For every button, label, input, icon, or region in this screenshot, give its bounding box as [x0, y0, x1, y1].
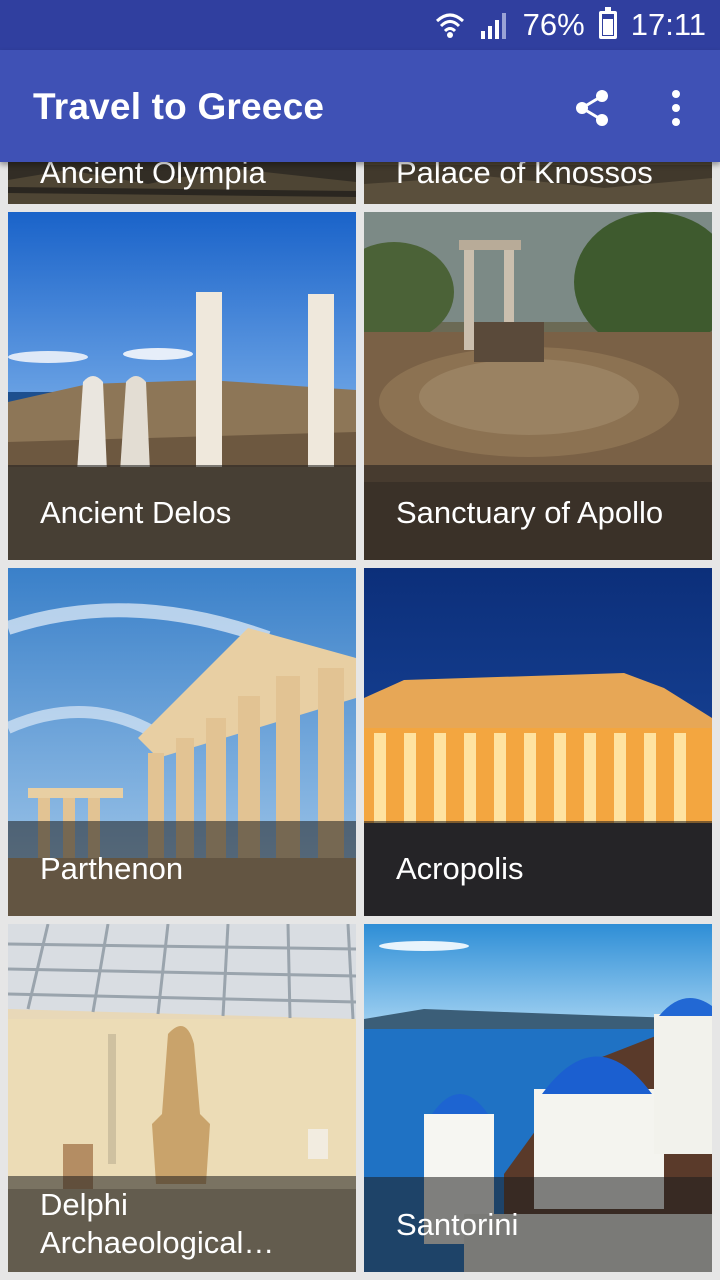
place-card-delphi-archaeological[interactable]: Delphi Archaeological… [8, 924, 356, 1272]
place-card-parthenon[interactable]: Parthenon [8, 568, 356, 916]
caption: Parthenon [8, 821, 356, 916]
battery-icon [598, 7, 617, 39]
place-name: Acropolis [396, 850, 524, 886]
caption: Sanctuary of Apollo [364, 465, 712, 560]
more-vert-icon [672, 90, 680, 126]
place-card-santorini[interactable]: Santorini [364, 924, 712, 1272]
share-button[interactable] [568, 84, 616, 132]
status-bar: 76% 17:11 [0, 0, 720, 50]
app-bar: Travel to Greece [0, 50, 720, 162]
place-name: Ancient Delos [40, 494, 232, 530]
place-card-acropolis[interactable]: Acropolis [364, 568, 712, 916]
signal-icon [480, 13, 506, 39]
place-name: Sanctuary of Apollo [396, 494, 664, 530]
place-card-ancient-delos[interactable]: Ancient Delos [8, 212, 356, 560]
caption: Ancient Delos [8, 465, 356, 560]
clock: 17:11 [630, 7, 706, 42]
places-grid: Ancient Olympia Palace of Knossos Ancien… [0, 0, 720, 1280]
place-name: Parthenon [40, 850, 184, 886]
wifi-icon [435, 13, 464, 38]
place-name: Delphi Archaeological… [40, 1187, 275, 1260]
share-icon [576, 90, 608, 126]
battery-percent: 76% [522, 7, 585, 42]
place-card-sanctuary-of-apollo[interactable]: Sanctuary of Apollo [364, 212, 712, 560]
caption: Santorini [364, 1177, 712, 1272]
place-name: Santorini [396, 1206, 519, 1242]
caption: Acropolis [364, 821, 712, 916]
app-title: Travel to Greece [33, 86, 325, 127]
more-options-button[interactable] [656, 84, 696, 132]
status-indicators: 76% 17:11 [435, 0, 706, 50]
caption: Delphi Archaeological… [8, 1176, 356, 1272]
